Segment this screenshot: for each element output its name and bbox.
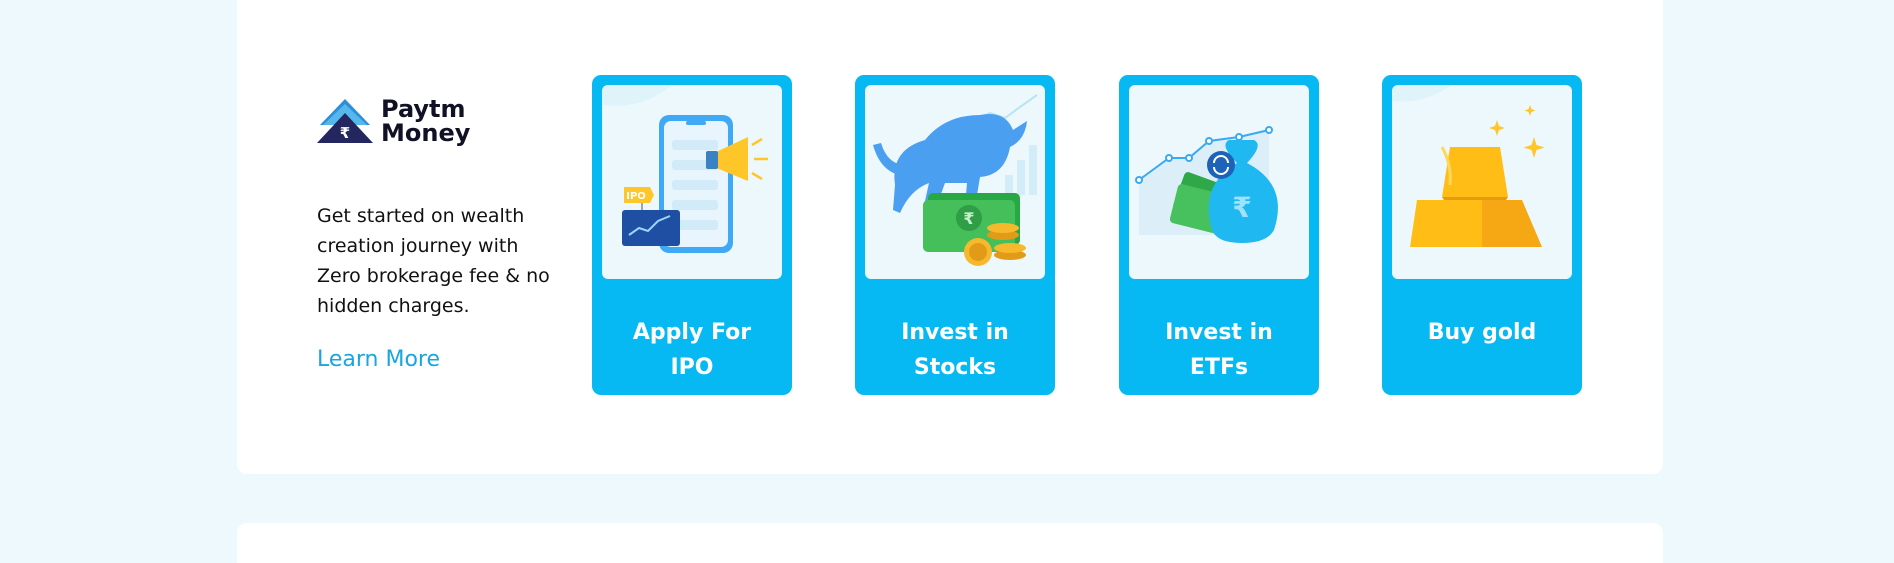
next-panel — [237, 523, 1663, 563]
card-image: IPO — [602, 85, 782, 279]
svg-text:₹: ₹ — [963, 209, 974, 228]
phone-megaphone-icon: IPO — [602, 85, 768, 253]
card-image — [1392, 85, 1572, 279]
card-label: Invest in Stocks — [901, 320, 1009, 380]
paytm-money-logo-icon: ₹ — [317, 99, 373, 143]
card-apply-ipo[interactable]: IPO Apply For IPO — [592, 75, 792, 395]
card-label: Apply For IPO — [632, 320, 752, 380]
rupee-symbol: ₹ — [340, 124, 350, 142]
money-bag-chart-icon: ₹ — [1135, 126, 1278, 243]
ipo-tag: IPO — [626, 191, 646, 202]
card-image: ₹ — [865, 85, 1045, 279]
card-image: ₹ — [1129, 85, 1309, 279]
brand-name: Paytm Money — [381, 97, 470, 145]
paytm-money-logo[interactable]: ₹ Paytm Money — [317, 97, 470, 145]
card-invest-etfs[interactable]: ₹ Invest in ETFs — [1119, 75, 1319, 395]
card-buy-gold[interactable]: Buy gold — [1382, 75, 1582, 395]
brand-line1: Paytm — [381, 95, 466, 123]
svg-text:₹: ₹ — [1232, 191, 1251, 224]
bull-money-icon: ₹ — [873, 94, 1038, 266]
card-label: Buy gold — [1427, 320, 1537, 345]
gold-bars-icon — [1392, 85, 1545, 247]
card-label: Invest in ETFs — [1165, 320, 1273, 380]
learn-more-link[interactable]: Learn More — [317, 347, 440, 372]
card-invest-stocks[interactable]: ₹ Invest in Stocks — [855, 75, 1055, 395]
brand-line2: Money — [381, 119, 471, 147]
intro-description: Get started on wealth creation journey w… — [317, 205, 550, 317]
